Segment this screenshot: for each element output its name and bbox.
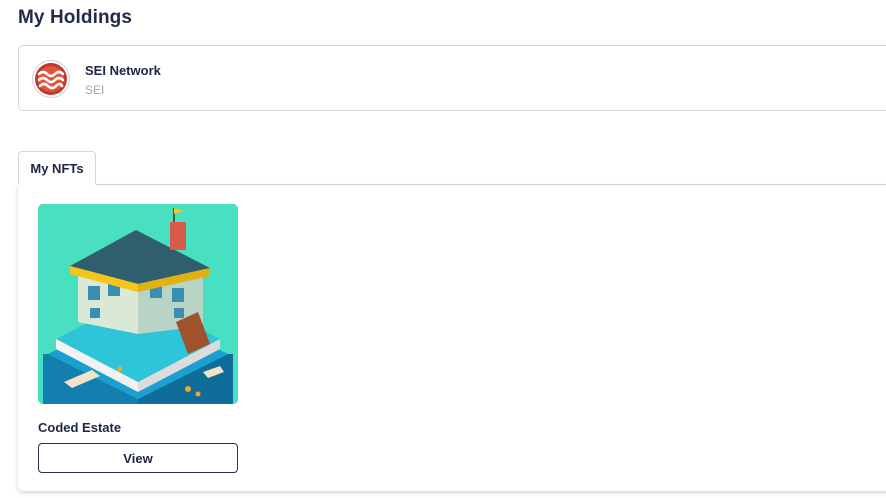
nft-panel: Coded Estate View <box>18 185 886 491</box>
sei-logo-icon <box>32 60 70 98</box>
page-title: My Holdings <box>18 7 133 28</box>
tab-my-nfts[interactable]: My NFTs <box>18 151 96 185</box>
token-name: SEI Network <box>85 63 161 78</box>
token-symbol: SEI <box>85 83 105 97</box>
nft-name: Coded Estate <box>38 420 122 435</box>
holding-card-sei[interactable]: SEI Network SEI <box>18 45 886 111</box>
view-button[interactable]: View <box>38 443 238 473</box>
nft-image[interactable] <box>38 204 238 404</box>
